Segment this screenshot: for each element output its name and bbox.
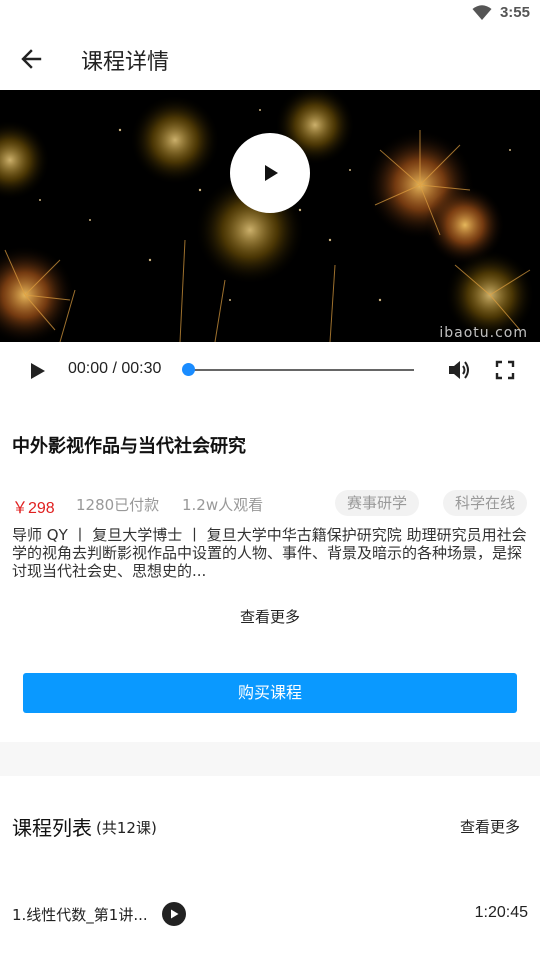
status-bar: 3:55 xyxy=(0,0,540,28)
back-button[interactable] xyxy=(14,42,48,76)
play-icon xyxy=(265,165,278,181)
status-right: 3:55 xyxy=(472,4,530,21)
status-time: 3:55 xyxy=(499,4,530,21)
view-count: 1.2w人观看 xyxy=(182,496,264,514)
description-more-link[interactable]: 查看更多 xyxy=(0,606,540,627)
seek-thumb[interactable] xyxy=(182,363,195,376)
volume-button[interactable] xyxy=(446,357,472,383)
lesson-item[interactable]: 1.线性代数_第1讲... 1:20:45 xyxy=(12,900,528,928)
course-tag[interactable]: 赛事研学 xyxy=(335,490,420,516)
player-play-button[interactable] xyxy=(24,358,50,384)
player-controls: 00:00 / 00:30 xyxy=(0,342,540,398)
course-tag[interactable]: 科学在线 xyxy=(443,490,528,516)
lesson-play-button[interactable] xyxy=(162,902,186,926)
buy-course-button[interactable]: 购买课程 xyxy=(23,673,517,713)
lesson-duration: 1:20:45 xyxy=(474,904,528,921)
course-description: 导师 QY 丨 复旦大学博士 丨 复旦大学中华古籍保护研究院 助理研究员用社会学… xyxy=(12,526,527,580)
section-divider xyxy=(0,742,540,776)
lesson-title: 1.线性代数_第1讲... xyxy=(12,906,148,924)
wifi-icon xyxy=(472,4,492,20)
play-icon xyxy=(31,363,45,379)
lesson-count: (共12课) xyxy=(96,819,157,837)
video-watermark: ibaotu.com xyxy=(439,325,528,341)
arrow-left-icon xyxy=(21,49,42,69)
seek-bar[interactable] xyxy=(188,369,414,371)
page-title: 课程详情 xyxy=(81,50,170,75)
player-time: 00:00 / 00:30 xyxy=(68,360,162,377)
course-meta: ￥298 1280已付款 1.2w人观看 赛事研学 科学在线 xyxy=(12,490,532,518)
volume-icon xyxy=(449,361,469,379)
paid-count: 1280已付款 xyxy=(76,496,160,514)
fullscreen-icon xyxy=(495,360,515,380)
lesson-list-more-link[interactable]: 查看更多 xyxy=(460,816,520,837)
video-play-button[interactable] xyxy=(230,133,310,213)
fireworks-background xyxy=(0,90,535,342)
course-title: 中外影视作品与当代社会研究 xyxy=(12,436,246,457)
lesson-list-header: 课程列表 (共12课) 查看更多 xyxy=(12,812,528,842)
app-bar: 课程详情 xyxy=(0,28,540,90)
lesson-list-title: 课程列表 xyxy=(12,816,92,840)
course-price: ￥298 xyxy=(12,500,55,517)
video-player[interactable]: ibaotu.com xyxy=(0,90,540,342)
play-icon xyxy=(171,909,179,919)
fullscreen-button[interactable] xyxy=(492,357,518,383)
